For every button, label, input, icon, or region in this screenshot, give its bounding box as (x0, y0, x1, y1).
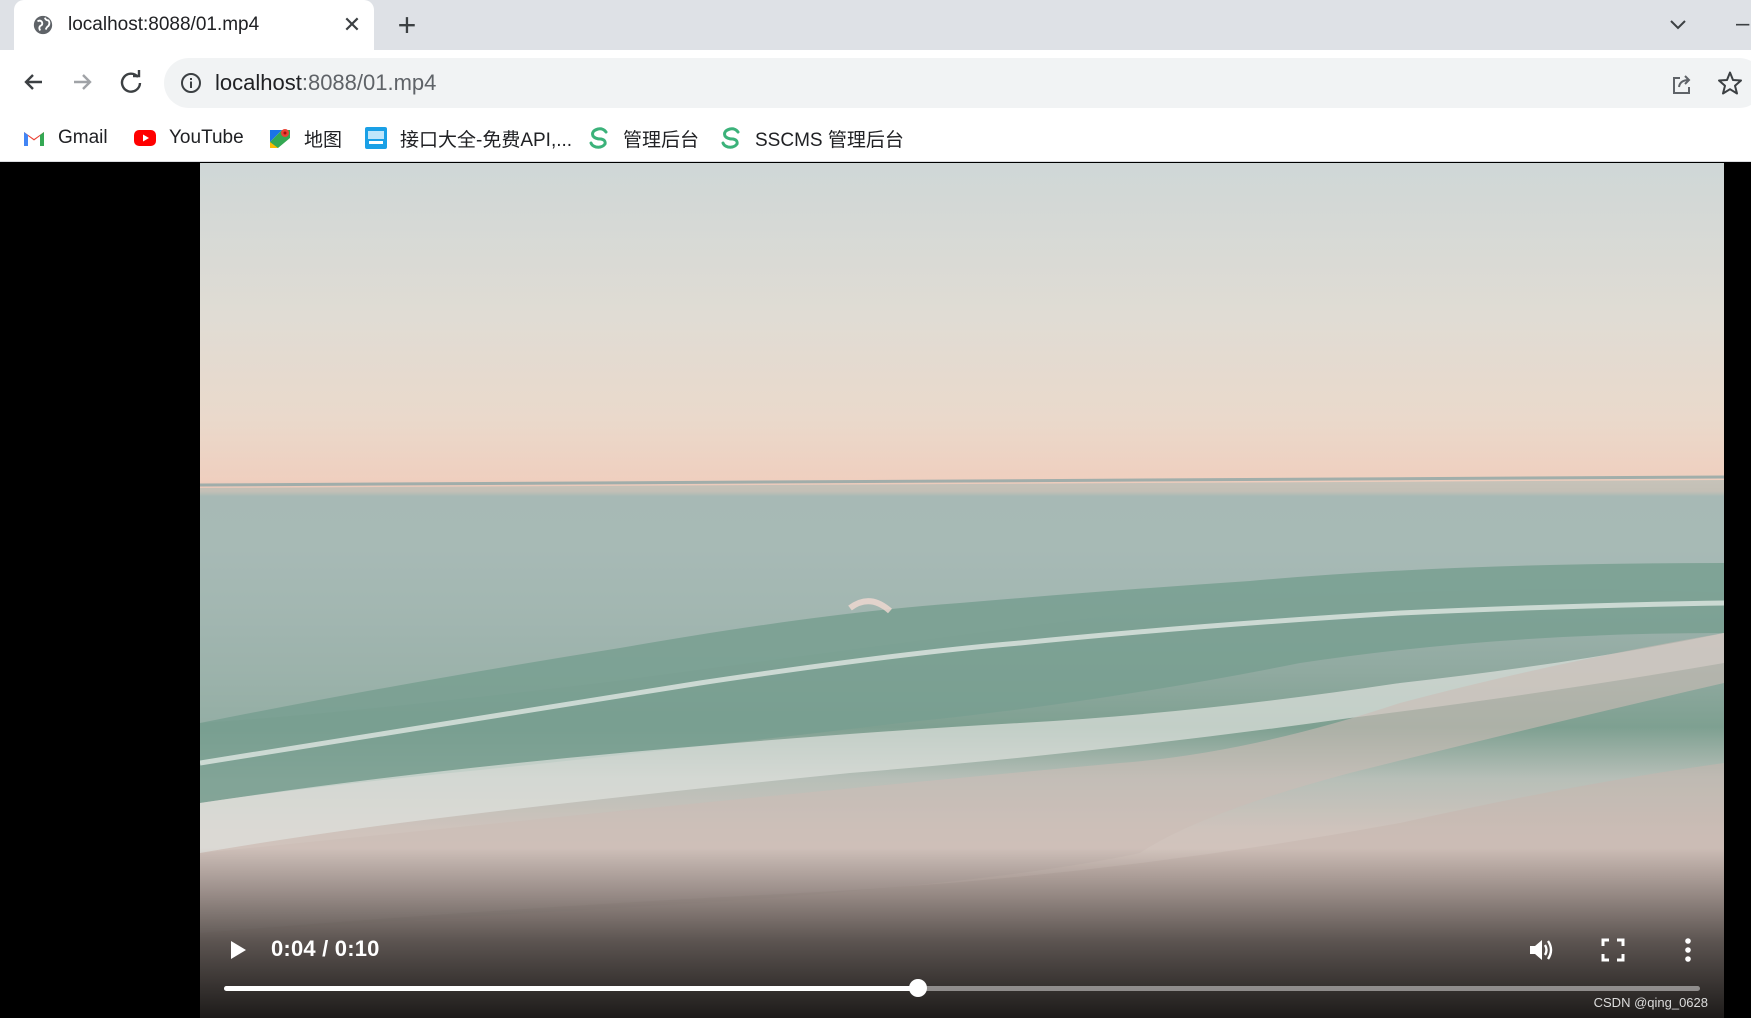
fullscreen-icon[interactable] (1599, 936, 1627, 964)
tab-title: localhost:8088/01.mp4 (68, 14, 260, 35)
bookmark-api-site[interactable]: 接口大全-免费API,... (364, 123, 572, 153)
browser-toolbar: localhost:8088/01.mp4 (0, 50, 1751, 114)
maps-icon (270, 129, 290, 148)
url-path: :8088/01.mp4 (301, 70, 437, 95)
watermark: CSDN @qing_0628 (1593, 995, 1708, 1010)
youtube-icon (134, 130, 156, 146)
bookmark-label: YouTube (169, 127, 244, 148)
bookmarks-bar: Gmail YouTube 地图 接口大全-免费API,... 管理后台 SSC… (0, 114, 1751, 162)
api-site-icon (365, 127, 387, 149)
bookmark-sscms-admin[interactable]: SSCMS 管理后台 (719, 123, 904, 153)
sscms-icon (721, 127, 740, 149)
active-tab[interactable]: localhost:8088/01.mp4 ✕ (14, 0, 374, 50)
bookmark-maps[interactable]: 地图 (268, 123, 342, 153)
bookmark-admin[interactable]: 管理后台 (587, 123, 699, 153)
volume-icon[interactable] (1526, 935, 1556, 965)
url-text: localhost:8088/01.mp4 (215, 70, 436, 96)
info-icon[interactable] (180, 72, 202, 94)
tab-strip: localhost:8088/01.mp4 ✕ + – (0, 0, 1751, 50)
bookmark-label: Gmail (58, 127, 108, 148)
bookmark-label: SSCMS 管理后台 (755, 129, 904, 151)
time-display: 0:04 / 0:10 (271, 936, 380, 961)
bookmark-label: 地图 (304, 129, 343, 151)
play-icon[interactable] (224, 936, 252, 964)
bookmark-label: 接口大全-免费API,... (400, 129, 573, 151)
progress-fill (224, 986, 918, 991)
address-bar[interactable]: localhost:8088/01.mp4 (164, 58, 1751, 108)
chevron-down-icon[interactable] (1666, 12, 1690, 36)
globe-icon (33, 15, 53, 35)
video-player[interactable]: 0:04 / 0:10 CSDN @qing_0628 (200, 163, 1724, 1018)
more-options-icon[interactable] (1674, 935, 1702, 965)
url-host: localhost (215, 70, 302, 95)
bookmark-star-icon[interactable] (1717, 70, 1743, 96)
tab-close-button[interactable]: ✕ (340, 13, 364, 37)
progress-bar[interactable] (224, 979, 1700, 997)
gmail-icon (24, 132, 44, 146)
bookmark-gmail[interactable]: Gmail (22, 123, 108, 153)
window-minimize-button[interactable]: – (1736, 10, 1749, 38)
bookmark-youtube[interactable]: YouTube (133, 123, 244, 153)
progress-thumb[interactable] (908, 979, 927, 997)
sscms-icon (589, 127, 608, 149)
bookmark-label: 管理后台 (623, 129, 700, 151)
reload-icon[interactable] (116, 67, 146, 97)
back-arrow-icon[interactable] (19, 67, 49, 97)
forward-arrow-icon[interactable] (67, 67, 97, 97)
controls-gradient (200, 848, 1724, 1018)
share-icon[interactable] (1670, 72, 1694, 96)
new-tab-button[interactable]: + (392, 9, 422, 41)
